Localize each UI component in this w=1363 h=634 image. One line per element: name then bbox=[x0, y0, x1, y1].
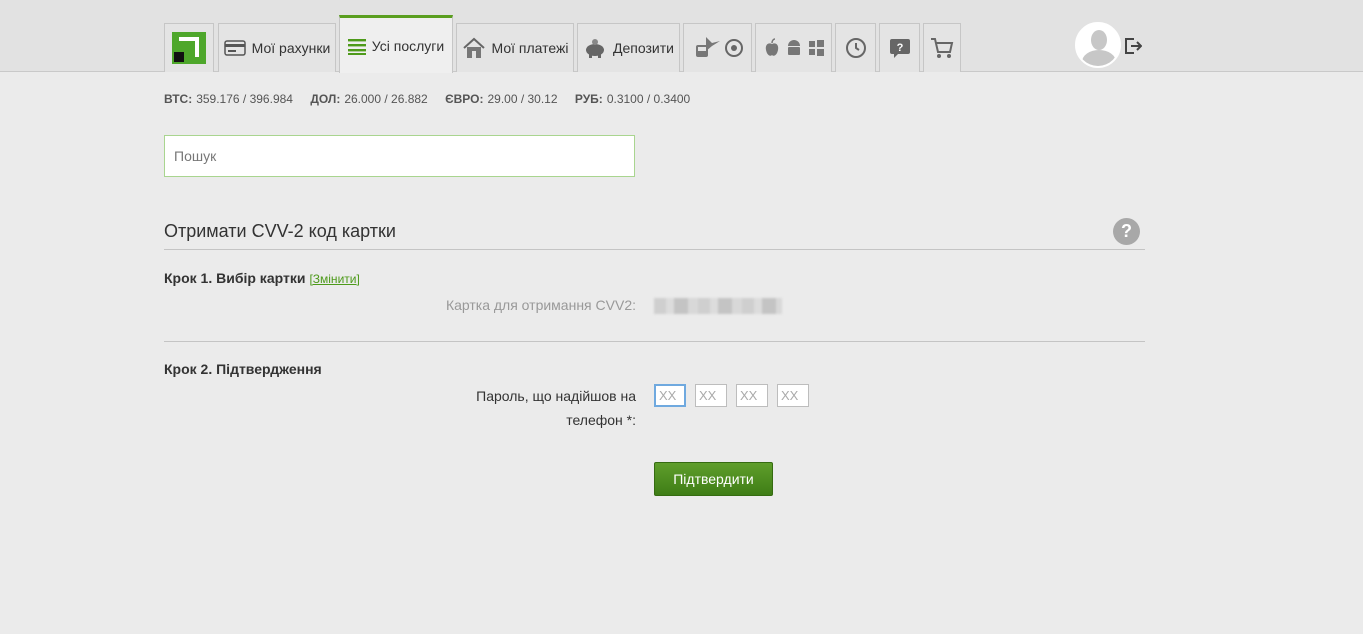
password-label-line2: телефон *: bbox=[566, 412, 636, 428]
otp-input-3[interactable] bbox=[736, 384, 768, 407]
page-title: Отримати CVV-2 код картки bbox=[164, 221, 396, 241]
soccer-ball-icon bbox=[724, 39, 743, 57]
confirm-button[interactable]: Підтвердити bbox=[654, 462, 773, 496]
card-icon bbox=[223, 40, 246, 56]
tab-all-services[interactable]: Усі послуги bbox=[339, 15, 453, 73]
piggy-bank-icon bbox=[586, 39, 605, 58]
tab-deposits[interactable]: Депозити bbox=[577, 23, 680, 72]
rate-value: 26.000 / 26.882 bbox=[344, 92, 428, 106]
house-icon bbox=[462, 37, 485, 58]
step1-title: Крок 1. Вибір картки bbox=[164, 270, 306, 286]
rate-name: РУБ: bbox=[574, 92, 603, 106]
help-chat-icon: ? bbox=[889, 39, 910, 58]
windows-icon bbox=[808, 40, 824, 56]
list-icon bbox=[347, 38, 366, 55]
home-logo-tab[interactable] bbox=[164, 23, 214, 72]
step1-heading: Крок 1. Вибір картки [Змінити] bbox=[164, 270, 360, 286]
tab-shop[interactable] bbox=[923, 23, 961, 72]
card-field-label: Картка для отримання CVV2: bbox=[445, 297, 636, 313]
otp-input-2[interactable] bbox=[695, 384, 727, 407]
divider bbox=[164, 249, 1145, 250]
shopping-cart-icon bbox=[931, 38, 954, 58]
tab-history[interactable] bbox=[835, 23, 876, 72]
android-icon bbox=[787, 40, 800, 55]
top-navigation-bar: Мої рахунки Усі послуги Мої платежі Депо… bbox=[0, 0, 1363, 73]
divider bbox=[164, 341, 1145, 342]
tab-label: Депозити bbox=[613, 40, 674, 56]
masked-card-number bbox=[654, 298, 782, 314]
tab-mobile-apps[interactable] bbox=[755, 23, 832, 72]
otp-input-4[interactable] bbox=[777, 384, 809, 407]
logout-icon[interactable] bbox=[1124, 37, 1142, 55]
tab-label: Усі послуги bbox=[371, 37, 445, 54]
history-clock-icon bbox=[845, 38, 866, 58]
tab-help[interactable]: ? bbox=[879, 23, 920, 72]
otp-input-1[interactable] bbox=[654, 384, 686, 407]
rate-name: ВТС: bbox=[164, 92, 193, 106]
svg-text:?: ? bbox=[896, 42, 903, 54]
exchange-rates: ВТС: 359.176 / 396.984 ДОЛ: 26.000 / 26.88… bbox=[164, 92, 704, 106]
rate-value: 29.00 / 30.12 bbox=[487, 92, 558, 106]
tab-my-accounts[interactable]: Мої рахунки bbox=[218, 23, 336, 72]
tab-travel-entertainment[interactable] bbox=[683, 23, 752, 72]
rate-value: 359.176 / 396.984 bbox=[196, 92, 293, 106]
user-avatar[interactable] bbox=[1075, 22, 1121, 68]
privatbank-logo-icon bbox=[172, 32, 206, 64]
step2-title: Крок 2. Підтвердження bbox=[164, 361, 322, 377]
password-field-label: Пароль, що надійшов на телефон *: bbox=[336, 384, 636, 432]
rate-name: ДОЛ: bbox=[310, 92, 341, 106]
help-icon[interactable]: ? bbox=[1113, 218, 1140, 245]
rate-name: ЄВРО: bbox=[445, 92, 484, 106]
password-label-line1: Пароль, що надійшов на bbox=[476, 388, 636, 404]
apple-icon bbox=[765, 38, 778, 56]
tab-my-payments[interactable]: Мої платежі bbox=[456, 23, 574, 72]
search-input[interactable] bbox=[164, 135, 635, 177]
tab-label: Мої платежі bbox=[491, 40, 569, 56]
tab-label: Мої рахунки bbox=[251, 40, 331, 56]
rate-value: 0.3100 / 0.3400 bbox=[606, 92, 691, 106]
change-card-link[interactable]: [Змінити] bbox=[309, 272, 359, 286]
train-plane-icon bbox=[695, 37, 720, 57]
